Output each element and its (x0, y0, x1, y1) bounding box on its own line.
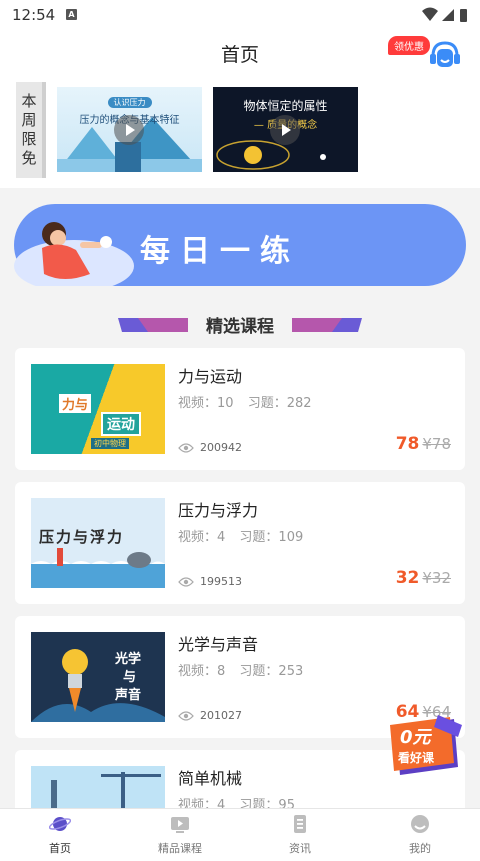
exercise-count: 习题：282 (247, 396, 312, 411)
status-time: 12:54 (12, 6, 56, 24)
video-title: 物体恒定的属性 (243, 99, 328, 113)
tab-news[interactable]: 资讯 (240, 813, 360, 861)
price-current: 32 (395, 568, 420, 588)
view-count: 201027 (178, 709, 242, 722)
week-free-char: 免 (21, 149, 37, 167)
course-title: 压力与浮力 (178, 501, 259, 520)
play-icon[interactable] (270, 115, 300, 145)
video-count: 视频：10 (178, 396, 234, 411)
customer-service-icon[interactable] (428, 40, 462, 70)
eye-icon (178, 442, 194, 453)
course-card[interactable]: 力与 运动 初中物理 力与运动 视频：10 习题：282 200942 78 ¥7… (15, 348, 465, 470)
free-course-promo[interactable]: 0元 看好课 (388, 715, 462, 781)
eye-icon (178, 576, 194, 587)
price-original: ¥32 (422, 569, 451, 587)
tab-label: 首页 (49, 842, 71, 855)
course-title: 光学与声音 (178, 635, 259, 654)
planet-icon (49, 817, 71, 831)
section-title: 精选课程 (206, 317, 274, 337)
view-count: 200942 (178, 441, 242, 454)
free-video-card[interactable]: 认识压力 压力的概念与基本特征 (57, 87, 202, 172)
notification-icon: A (66, 9, 77, 20)
price-current: 78 (395, 434, 420, 454)
profile-icon (411, 815, 429, 833)
exercise-count: 习题：95 (239, 798, 295, 808)
banner-text: 每日一练 (140, 234, 300, 269)
thumb-text: 力与 (59, 394, 92, 413)
exercise-count: 习题：109 (239, 530, 304, 545)
status-bar: 12:54 A (0, 0, 480, 30)
video-icon (171, 817, 189, 833)
bottom-tab-bar: 首页 精品课程 资讯 我的 (0, 808, 480, 861)
view-count-value: 201027 (200, 709, 242, 722)
course-thumbnail: 压力与浮力 (31, 498, 165, 588)
video-count: 视频：8 (178, 664, 226, 679)
section-header: 精选课程 (0, 308, 480, 338)
video-count: 视频：4 (178, 798, 226, 808)
video-count: 视频：4 (178, 530, 226, 545)
thumb-text: 声音 (115, 688, 142, 703)
play-icon[interactable] (114, 115, 144, 145)
crane-illustration (51, 772, 161, 808)
promo-line2: 看好课 (398, 751, 435, 765)
battery-icon (460, 9, 467, 22)
promo-line1: 0元 (400, 727, 431, 748)
course-card[interactable]: 压力与浮力 压力与浮力 视频：4 习题：109 199513 32 ¥32 (15, 482, 465, 604)
rocket-illustration (31, 649, 165, 722)
view-count-value: 200942 (200, 441, 242, 454)
course-thumbnail: 光学 与 声音 (31, 632, 165, 722)
exercise-count: 习题：253 (239, 664, 304, 679)
course-title: 简单机械 (178, 769, 243, 788)
tab-premium-courses[interactable]: 精品课程 (120, 813, 240, 861)
week-free-char: 本 (21, 92, 37, 110)
week-free-char: 周 (21, 111, 37, 129)
tab-profile[interactable]: 我的 (360, 813, 480, 861)
course-meta: 视频：4 习题：109 (178, 526, 313, 545)
course-meta: 视频：10 习题：282 (178, 392, 322, 411)
document-icon (294, 815, 306, 833)
course-thumbnail (31, 766, 165, 808)
week-free-char: 限 (21, 130, 37, 148)
course-meta: 视频：8 习题：253 (178, 660, 313, 679)
price-original: ¥78 (422, 435, 451, 453)
thumb-text: 压力与浮力 (39, 528, 125, 546)
free-this-week-section: 本 周 限 免 认识压力 压力的概念与基本特征 物体恒定的属性 — 质量的概念 (0, 80, 480, 188)
tab-home[interactable]: 首页 (0, 813, 120, 861)
thumb-text: 与 (123, 670, 137, 685)
week-free-label: 本 周 限 免 (16, 82, 46, 178)
tab-label: 我的 (409, 842, 431, 855)
free-video-card[interactable]: 物体恒定的属性 — 质量的概念 (213, 87, 358, 172)
thumb-text: 光学 (115, 652, 142, 667)
tab-label: 精品课程 (158, 842, 202, 855)
app-header: 首页 领优惠 (0, 30, 480, 80)
video-tag: 认识压力 (107, 97, 152, 108)
eye-icon (178, 710, 194, 721)
tab-label: 资讯 (289, 842, 311, 855)
signal-icon (442, 9, 454, 21)
course-meta: 视频：4 习题：95 (178, 794, 305, 808)
view-count-value: 199513 (200, 575, 242, 588)
thumb-text: 运动 (101, 412, 141, 436)
wifi-icon (422, 7, 438, 21)
coupon-badge[interactable]: 领优惠 (388, 36, 430, 55)
course-price: 32 ¥32 (396, 568, 451, 588)
daily-practice-banner[interactable]: 每日一练 (14, 204, 466, 292)
course-title: 力与运动 (178, 367, 243, 386)
thumb-tag: 初中物理 (91, 438, 129, 449)
course-price: 78 ¥78 (396, 434, 451, 454)
system-status-icons (422, 7, 467, 22)
view-count: 199513 (178, 575, 242, 588)
course-thumbnail: 力与 运动 初中物理 (31, 364, 165, 454)
